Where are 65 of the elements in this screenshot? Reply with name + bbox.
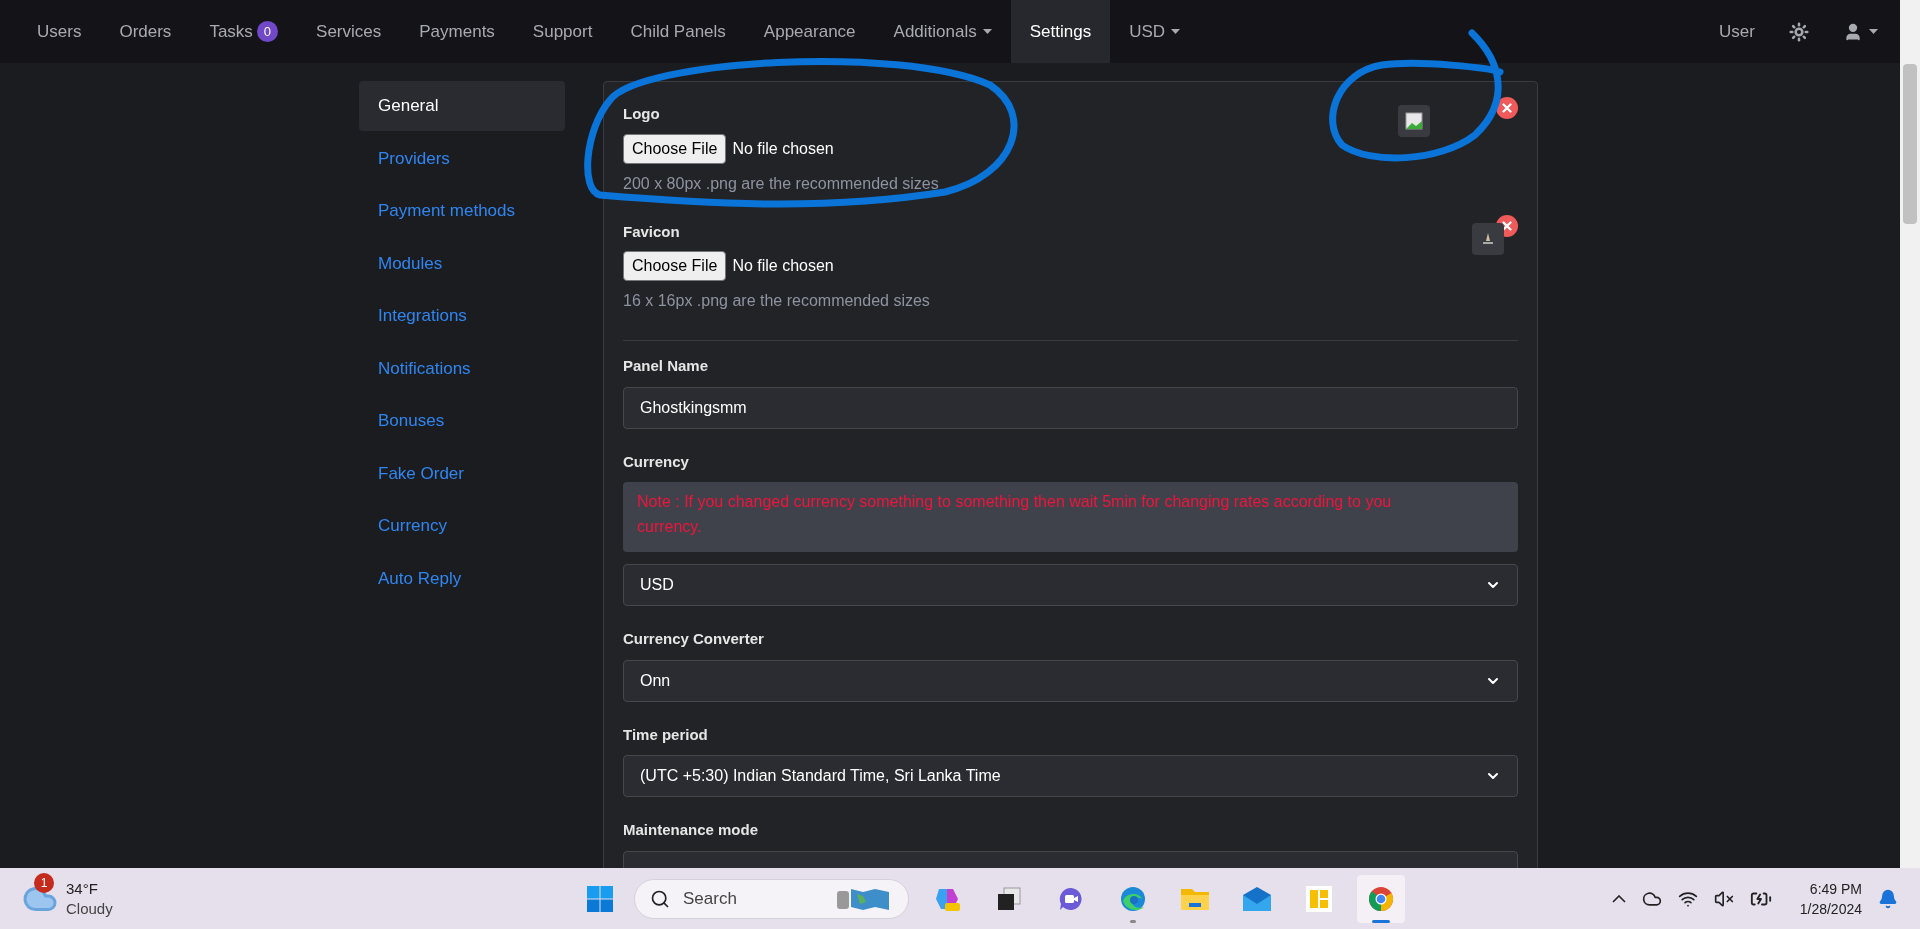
nav-link[interactable]: Child Panels — [611, 0, 745, 63]
sidebar-item[interactable]: Payment methods — [359, 186, 565, 236]
muted-speaker-icon — [1713, 888, 1734, 909]
hint-text: 16 x 16px .png are the recommended sizes — [623, 291, 930, 311]
broken-image-icon — [1405, 112, 1423, 130]
edge-browser-icon — [1119, 884, 1147, 913]
notification-badge: 1 — [34, 872, 54, 893]
nav-link[interactable]: Tasks 0 — [190, 0, 298, 63]
select-dropdown[interactable]: (UTC +5:30) Indian Standard Time, Sri Lanka Time — [623, 755, 1518, 797]
select-dropdown[interactable]: USD — [623, 564, 1518, 606]
nav-link[interactable]: Appearance — [744, 0, 875, 63]
sidebar-item[interactable]: Integrations — [359, 291, 565, 341]
mail-icon — [1242, 885, 1272, 912]
search-icon — [650, 888, 670, 909]
window-stack-icon — [996, 885, 1022, 912]
weather-text: Cloudy — [66, 898, 113, 919]
caret-icon — [1869, 29, 1878, 34]
nav-link[interactable]: Payments — [400, 0, 514, 63]
sticky-notes-icon — [1305, 884, 1333, 913]
file-status: No file chosen — [732, 256, 834, 276]
field-label: Panel Name — [623, 356, 710, 376]
field-label: Logo — [623, 104, 661, 124]
user-link[interactable]: User — [1719, 18, 1755, 45]
warning-note: Note : If you changed currency something to something then wait 5min for changing rates according to you currency. — [623, 482, 1518, 552]
field-label: Maintenance mode — [623, 820, 760, 840]
bell-icon — [1878, 888, 1898, 909]
field-label: Favicon — [623, 221, 681, 242]
temperature-text: 34°F — [66, 878, 99, 899]
text-field[interactable]: Ghostkingsmm — [623, 386, 1518, 429]
chevron-up-icon — [1611, 894, 1626, 903]
sidebar-item[interactable]: Providers — [359, 133, 565, 184]
close-icon — [1500, 101, 1514, 115]
sidebar-item[interactable]: Modules — [359, 238, 565, 289]
sidebar-item[interactable]: Fake Order — [359, 448, 565, 499]
chrome-browser-icon — [1367, 884, 1395, 913]
sidebar-item[interactable]: Currency — [359, 501, 565, 551]
clock-time: 6:49 PM — [1809, 879, 1862, 899]
count-badge: 0 — [256, 20, 279, 43]
choose-file-button[interactable]: Choose File — [623, 133, 727, 164]
sidebar-item[interactable]: General — [359, 81, 565, 131]
nav-link[interactable]: Additionals — [874, 0, 1011, 63]
taskbar-search-field[interactable]: Search — [634, 878, 909, 919]
hint-text: 200 x 80px .png are the recommended sizes — [623, 173, 939, 194]
nav-link[interactable]: Support — [513, 0, 612, 63]
field-label: Currency Converter — [623, 629, 765, 649]
sun-icon — [1789, 21, 1809, 42]
sidebar-item[interactable]: Auto Reply — [359, 553, 565, 604]
nav-link[interactable]: USD — [1110, 0, 1200, 63]
nav-link[interactable]: Orders — [100, 0, 191, 63]
windows-logo-icon — [586, 884, 614, 913]
account-menu-button[interactable] — [1843, 21, 1878, 42]
sidebar-item[interactable]: Notifications — [359, 343, 565, 394]
field-label: Currency — [623, 451, 690, 472]
file-status: No file chosen — [732, 138, 834, 159]
nav-link[interactable]: Users — [18, 0, 101, 63]
field-label: Time period — [623, 724, 709, 745]
choose-file-button[interactable]: Choose File — [623, 251, 727, 281]
user-icon — [1843, 21, 1863, 42]
sidebar-item[interactable]: Bonuses — [359, 396, 565, 446]
nav-link[interactable]: Services — [297, 0, 401, 63]
theme-toggle-button[interactable] — [1789, 21, 1809, 42]
clock-date: 1/28/2024 — [1799, 899, 1862, 919]
select-dropdown[interactable]: Onn — [623, 659, 1518, 702]
nav-link[interactable]: Settings — [1010, 0, 1111, 63]
close-icon — [1500, 218, 1514, 233]
